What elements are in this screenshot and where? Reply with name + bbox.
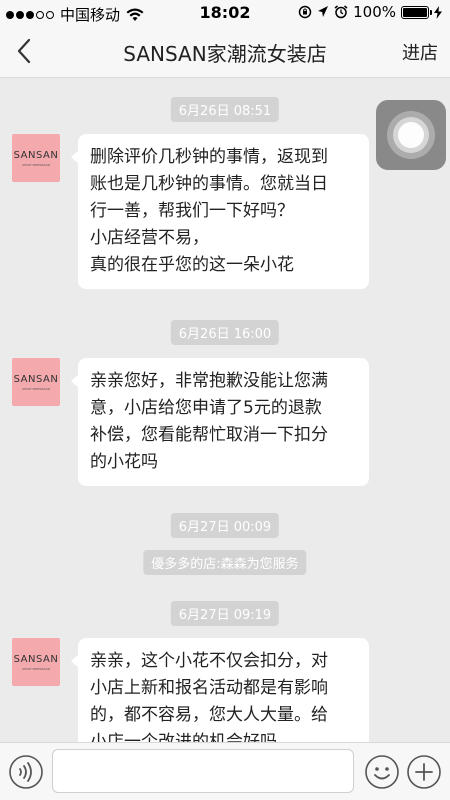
status-right: 100% — [298, 3, 442, 21]
message-line: 真的很在乎您的这一朵小花 — [90, 255, 294, 275]
battery-icon — [401, 5, 432, 19]
system-message: 優多多的店:森森为您服务 — [143, 550, 307, 575]
message-line: 的，都不容易，您大人大量。给 — [90, 705, 328, 725]
message-line: 小店一个改进的机会好吗。 — [90, 732, 294, 742]
assistive-touch-button[interactable] — [376, 100, 446, 170]
message-bubble[interactable]: 亲亲您好，非常抱歉没能让您满 意，小店给您申请了5元的退款 补偿，您看能帮忙取消… — [71, 358, 369, 486]
message-line: 行一善，帮我们一下好吗？ — [90, 201, 294, 221]
avatar[interactable]: SANSAN SHOP CENTRASAN — [12, 134, 60, 182]
status-bar: 中国移动 18:02 100% — [0, 0, 450, 26]
avatar-subtext: SHOP CENTRASAN — [22, 386, 50, 391]
input-bar — [0, 742, 450, 800]
message-line: 补偿，您看能帮忙取消一下扣分 — [90, 425, 328, 445]
message-timestamp: 6月26日 16:00 — [170, 320, 280, 345]
battery-percent: 100% — [353, 3, 396, 21]
avatar[interactable]: SANSAN SHOP CENTRASAN — [12, 358, 60, 406]
message-line: 的小花吗 — [90, 452, 158, 472]
message-line: 亲亲您好，非常抱歉没能让您满 — [90, 371, 328, 391]
message-input[interactable] — [52, 749, 354, 793]
lock-rotation-icon — [298, 5, 312, 19]
message-line: 意，小店给您申请了5元的退款 — [90, 398, 322, 418]
avatar-subtext: SHOP CENTRASAN — [22, 666, 50, 671]
message-line: 删除评价几秒钟的事情，返现到 — [90, 147, 328, 167]
message-timestamp: 6月26日 08:51 — [170, 97, 280, 122]
plus-icon[interactable] — [406, 754, 442, 790]
nav-bar: SANSAN家潮流女装店 进店 — [0, 26, 450, 78]
avatar-brand: SANSAN — [13, 373, 59, 385]
page-title: SANSAN家潮流女装店 — [123, 42, 327, 66]
avatar-subtext: SHOP CENTRASAN — [22, 162, 50, 167]
message-timestamp: 6月27日 00:09 — [170, 513, 280, 538]
message-line: 账也是几秒钟的事情。您就当日 — [90, 174, 328, 194]
message-bubble[interactable]: 亲亲，这个小花不仅会扣分，对 小店上新和报名活动都是有影响 的，都不容易，您大人… — [71, 638, 369, 742]
message-line: 亲亲，这个小花不仅会扣分，对 — [90, 651, 328, 671]
location-icon — [318, 6, 329, 17]
enter-store-button[interactable]: 进店 — [402, 39, 438, 65]
charging-icon — [434, 5, 442, 19]
alarm-icon — [334, 5, 348, 19]
avatar-brand: SANSAN — [13, 653, 59, 665]
message-line: 小店上新和报名活动都是有影响 — [90, 678, 328, 698]
message-line: 小店经营不易， — [90, 228, 209, 248]
avatar[interactable]: SANSAN SHOP CENTRASAN — [12, 638, 60, 686]
emoji-icon[interactable] — [364, 754, 400, 790]
avatar-brand: SANSAN — [13, 149, 59, 161]
voice-icon[interactable] — [8, 754, 44, 790]
message-bubble[interactable]: 删除评价几秒钟的事情，返现到 账也是几秒钟的事情。您就当日 行一善，帮我们一下好… — [71, 134, 369, 289]
chat-area[interactable]: 6月26日 08:51 SANSAN SHOP CENTRASAN 删除评价几秒… — [0, 78, 450, 742]
message-timestamp: 6月27日 09:19 — [170, 601, 280, 626]
